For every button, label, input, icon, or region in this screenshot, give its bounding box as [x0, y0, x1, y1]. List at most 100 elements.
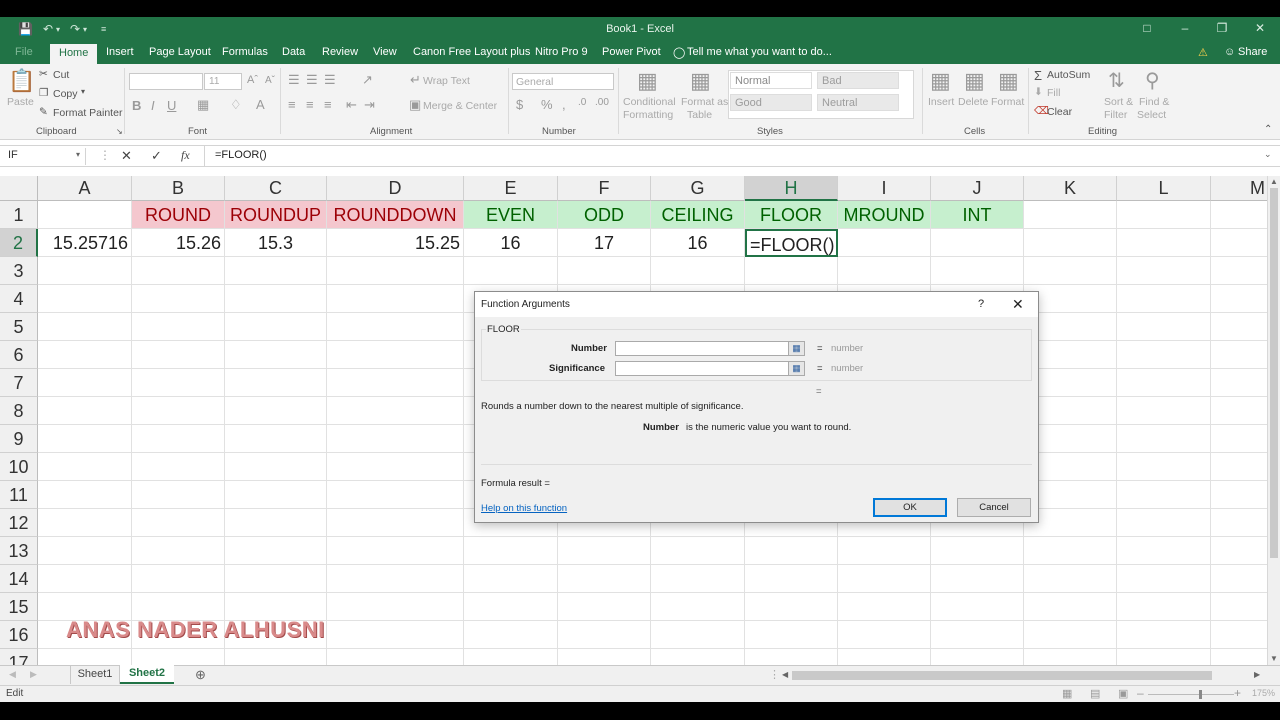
cell-f3[interactable] — [558, 257, 651, 285]
cell-d9[interactable] — [327, 425, 464, 453]
conditional-formatting-sub-label[interactable]: Formatting — [623, 109, 673, 121]
cell-m15[interactable] — [1211, 593, 1267, 621]
tab-formulas[interactable]: Formulas — [222, 46, 268, 58]
font-size-box[interactable]: 11 — [204, 73, 242, 90]
cell-e15[interactable] — [464, 593, 558, 621]
cell-k17[interactable] — [1024, 649, 1117, 665]
cell-l11[interactable] — [1117, 481, 1211, 509]
cell-a10[interactable] — [38, 453, 132, 481]
copy-dropdown-icon[interactable]: ▾ — [81, 87, 85, 96]
column-header-e[interactable]: E — [464, 176, 558, 201]
row-header-1[interactable]: 1 — [0, 201, 38, 229]
cell-k3[interactable] — [1024, 257, 1117, 285]
ok-button[interactable]: OK — [873, 498, 947, 517]
italic-icon[interactable]: I — [151, 98, 155, 113]
row-header-8[interactable]: 8 — [0, 397, 38, 425]
cell-d10[interactable] — [327, 453, 464, 481]
cell-a13[interactable] — [38, 537, 132, 565]
expand-formula-bar-icon[interactable]: ⌄ — [1264, 149, 1272, 160]
cut-icon[interactable]: ✂ — [39, 68, 48, 80]
cell-m16[interactable] — [1211, 621, 1267, 649]
cell-c12[interactable] — [225, 509, 327, 537]
formula-input[interactable]: =FLOOR() — [215, 149, 267, 161]
cell-d12[interactable] — [327, 509, 464, 537]
conditional-formatting-label[interactable]: Conditional — [623, 96, 676, 108]
cell-k13[interactable] — [1024, 537, 1117, 565]
autosum-button[interactable]: AutoSum — [1047, 69, 1090, 81]
cell-d15[interactable] — [327, 593, 464, 621]
cell-c10[interactable] — [225, 453, 327, 481]
cell-i1[interactable]: MROUND — [838, 201, 931, 229]
column-header-j[interactable]: J — [931, 176, 1024, 201]
cell-l10[interactable] — [1117, 453, 1211, 481]
column-header-k[interactable]: K — [1024, 176, 1117, 201]
row-header-3[interactable]: 3 — [0, 257, 38, 285]
underline-icon[interactable]: U — [167, 98, 176, 113]
row-header-10[interactable]: 10 — [0, 453, 38, 481]
cell-m5[interactable] — [1211, 313, 1267, 341]
cell-b12[interactable] — [132, 509, 225, 537]
cell-d11[interactable] — [327, 481, 464, 509]
cell-b7[interactable] — [132, 369, 225, 397]
arg-significance-input[interactable] — [615, 361, 789, 376]
cell-m8[interactable] — [1211, 397, 1267, 425]
paste-icon[interactable]: 📋 — [8, 68, 35, 94]
cell-a3[interactable] — [38, 257, 132, 285]
sheet-tab-sheet2[interactable]: Sheet2 — [120, 665, 174, 684]
cell-m2[interactable] — [1211, 229, 1267, 257]
person-icon[interactable]: ☺ — [1224, 46, 1235, 58]
cell-d5[interactable] — [327, 313, 464, 341]
increase-indent-icon[interactable]: ⇥ — [364, 97, 375, 113]
delete-cells-icon[interactable]: ▦ — [964, 68, 985, 94]
page-break-view-icon[interactable]: ▣ — [1118, 687, 1128, 700]
cell-c13[interactable] — [225, 537, 327, 565]
cell-l5[interactable] — [1117, 313, 1211, 341]
cell-i3[interactable] — [838, 257, 931, 285]
dialog-close-icon[interactable]: ✕ — [1012, 296, 1024, 313]
cell-a2[interactable]: 15.25716 — [38, 229, 132, 257]
cell-a11[interactable] — [38, 481, 132, 509]
align-center-icon[interactable]: ≡ — [306, 97, 314, 112]
merge-center-button[interactable]: Merge & Center — [423, 100, 497, 112]
next-sheet-icon[interactable]: ▶ — [30, 669, 37, 680]
cell-a5[interactable] — [38, 313, 132, 341]
insert-cells-icon[interactable]: ▦ — [930, 68, 951, 94]
cell-g1[interactable]: CEILING — [651, 201, 745, 229]
copy-icon[interactable]: ❐ — [39, 87, 48, 99]
cell-f14[interactable] — [558, 565, 651, 593]
cell-k1[interactable] — [1024, 201, 1117, 229]
cell-b17[interactable] — [132, 649, 225, 665]
cell-l7[interactable] — [1117, 369, 1211, 397]
increase-decimal-icon[interactable]: .0 — [578, 97, 586, 108]
row-header-6[interactable]: 6 — [0, 341, 38, 369]
cell-l3[interactable] — [1117, 257, 1211, 285]
cell-e16[interactable] — [464, 621, 558, 649]
style-bad[interactable]: Bad — [817, 72, 899, 89]
cell-b11[interactable] — [132, 481, 225, 509]
column-header-l[interactable]: L — [1117, 176, 1211, 201]
cell-e1[interactable]: EVEN — [464, 201, 558, 229]
cell-j16[interactable] — [931, 621, 1024, 649]
orientation-icon[interactable]: ↗ — [362, 72, 373, 88]
sort-filter-sub-label[interactable]: Filter — [1104, 109, 1127, 121]
cell-d2[interactable]: 15.25 — [327, 229, 464, 257]
fill-button[interactable]: Fill — [1047, 87, 1060, 99]
format-as-table-sub-label[interactable]: Table — [687, 109, 712, 121]
cell-l12[interactable] — [1117, 509, 1211, 537]
cell-c14[interactable] — [225, 565, 327, 593]
row-header-11[interactable]: 11 — [0, 481, 38, 509]
tab-file[interactable]: File — [15, 46, 33, 58]
name-box-dropdown-icon[interactable]: ▾ — [76, 150, 80, 159]
column-header-a[interactable]: A — [38, 176, 132, 201]
insert-function-icon[interactable]: fx — [181, 148, 190, 163]
cell-m10[interactable] — [1211, 453, 1267, 481]
row-header-16[interactable]: 16 — [0, 621, 38, 649]
arg-significance-collapse-icon[interactable]: ▦ — [788, 361, 805, 376]
tab-data[interactable]: Data — [282, 46, 305, 58]
cell-l13[interactable] — [1117, 537, 1211, 565]
cell-b10[interactable] — [132, 453, 225, 481]
find-select-icon[interactable]: ⚲ — [1145, 68, 1160, 93]
column-header-c[interactable]: C — [225, 176, 327, 201]
normal-view-icon[interactable]: ▦ — [1062, 687, 1072, 700]
cell-d13[interactable] — [327, 537, 464, 565]
